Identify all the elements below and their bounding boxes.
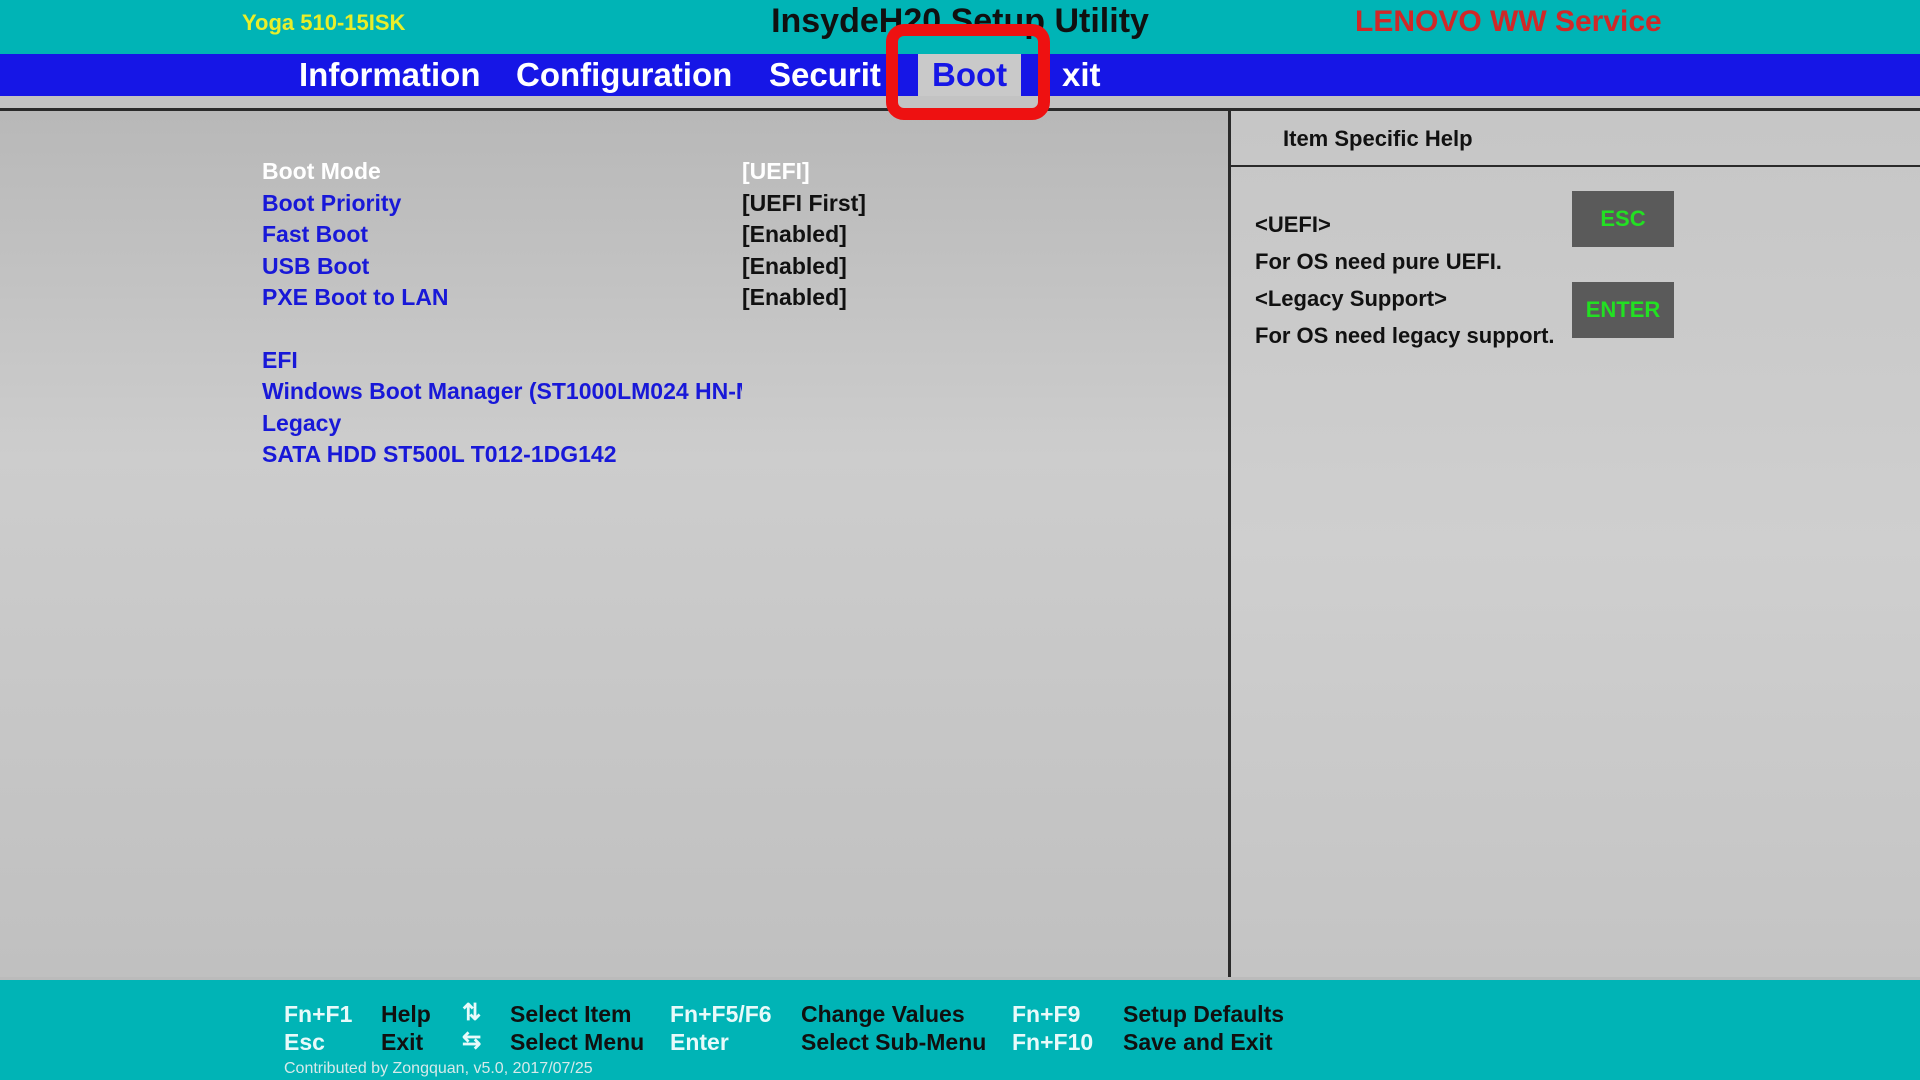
service-label: LENOVO WW Service [1355,5,1662,38]
arrow-up-down-icon: ⇅ [462,999,482,1025]
help-line: For OS need pure UEFI. [1255,249,1502,274]
key-desc-setup-defaults: Setup Defaults [1123,1001,1285,1027]
key-desc-select-menu: Select Menu [510,1029,645,1055]
tab-information[interactable]: Information [299,54,480,96]
setting-boot-priority[interactable]: Boot Priority [UEFI First] [262,190,866,220]
highlight-box [886,24,1050,120]
help-header-line [1231,165,1920,167]
key-fn-f9: Fn+F9 [1012,1001,1081,1027]
help-line: <UEFI> [1255,212,1331,237]
setting-label: Boot Mode [262,158,381,184]
pane-divider [1228,111,1231,977]
esc-key-badge: ESC [1572,191,1674,247]
key-fn-f10: Fn+F10 [1012,1029,1094,1055]
key-enter: Enter [670,1029,729,1055]
arrow-left-right-icon: ⇆ [462,1027,482,1053]
enter-key-badge: ENTER [1572,282,1674,338]
setting-value[interactable]: [UEFI] [742,158,810,185]
tab-security[interactable]: Securit [769,54,887,96]
help-line: <Legacy Support> [1255,286,1447,311]
setting-label: PXE Boot to LAN [262,284,449,310]
key-fn-f5-f6: Fn+F5/F6 [670,1001,772,1027]
setting-value[interactable]: [UEFI First] [742,190,866,217]
key-desc-select-item: Select Item [510,1001,632,1027]
tab-configuration[interactable]: Configuration [516,54,732,96]
tab-exit[interactable]: xit [1062,54,1101,96]
setting-pxe-boot[interactable]: PXE Boot to LAN [Enabled] [262,284,847,314]
help-line: For OS need legacy support. [1255,323,1555,348]
setting-usb-boot[interactable]: USB Boot [Enabled] [262,253,847,283]
key-esc: Esc [284,1029,325,1055]
key-legend: Fn+F1 Help Esc Exit ⇅ Select Item ⇆ Sele… [0,980,1920,1080]
setting-label: Fast Boot [262,221,369,247]
efi-boot-device[interactable]: Windows Boot Manager (ST1000LM024 HN-M [262,378,742,405]
efi-heading: EFI [262,347,298,373]
settings-pane [0,111,1228,977]
help-title: Item Specific Help [1283,126,1473,151]
setting-label: USB Boot [262,253,370,279]
key-desc-save-and-exit: Save and Exit [1123,1029,1273,1055]
setting-value[interactable]: [Enabled] [742,284,847,311]
legacy-heading: Legacy [262,410,342,436]
setting-fast-boot[interactable]: Fast Boot [Enabled] [262,221,847,251]
setting-value[interactable]: [Enabled] [742,253,847,280]
key-desc-change-values: Change Values [801,1001,965,1027]
setting-label: Boot Priority [262,190,402,216]
key-desc-exit: Exit [381,1029,424,1055]
setting-value[interactable]: [Enabled] [742,221,847,248]
setting-boot-mode[interactable]: Boot Mode [UEFI] [262,158,810,188]
credit-text: Contributed by Zongquan, v5.0, 2017/07/2… [284,1060,593,1077]
key-fn-f1: Fn+F1 [284,1001,353,1027]
key-desc-select-sub-menu: Select Sub-Menu [801,1029,987,1055]
legacy-boot-device[interactable]: SATA HDD ST500L T012-1DG142 [262,441,617,468]
key-desc-help: Help [381,1001,431,1027]
